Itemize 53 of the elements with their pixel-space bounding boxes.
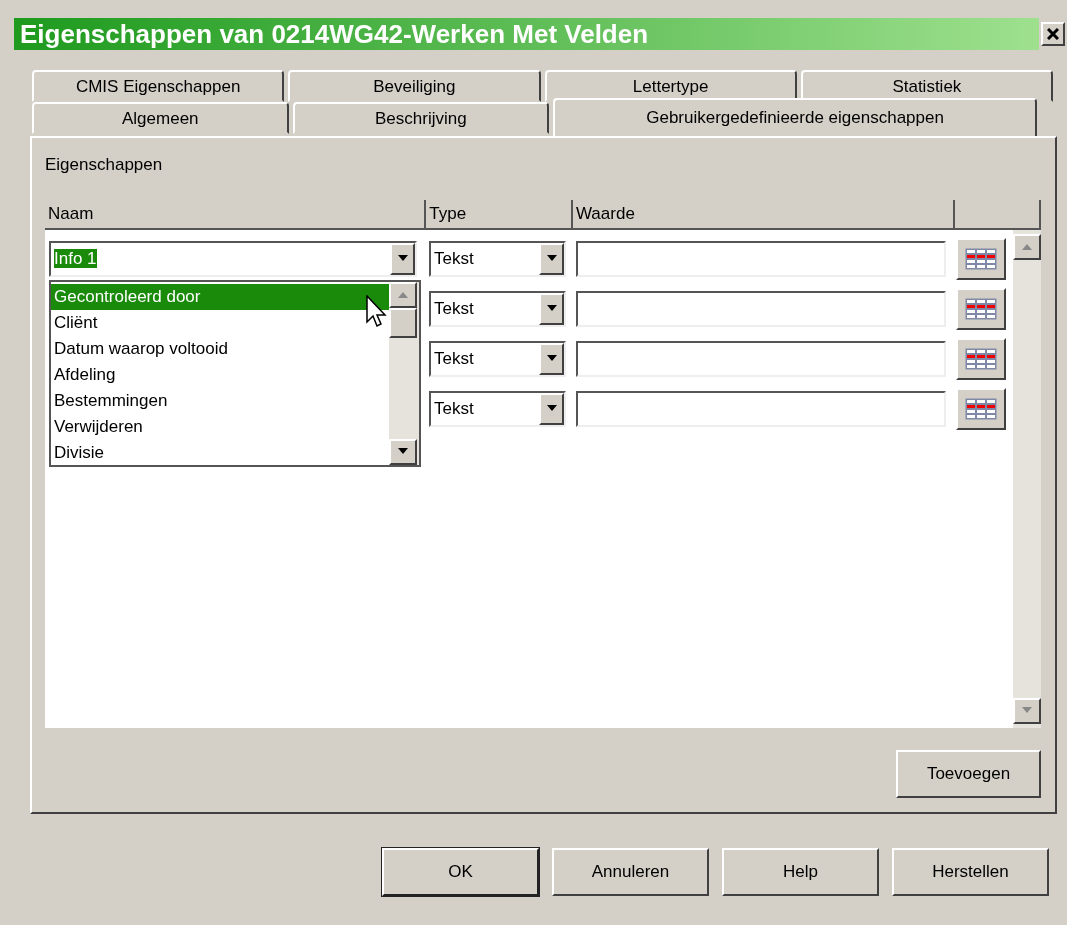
table-button[interactable] <box>956 337 1006 380</box>
down-arrow-icon <box>545 405 558 412</box>
add-button[interactable]: Toevoegen <box>896 749 1041 798</box>
type-combo[interactable]: Tekst <box>429 290 566 327</box>
tab[interactable]: CMIS Eigenschappen <box>32 70 285 102</box>
window-title: Eigenschappen van 0214WG42-Werken Met Velden <box>14 18 1039 50</box>
dropdown-item[interactable]: Datum waarop voltooid <box>51 335 389 362</box>
down-arrow-icon <box>545 305 558 312</box>
column-header: Naam <box>45 199 427 228</box>
value-field[interactable] <box>576 240 946 277</box>
dialog-button[interactable]: Herstellen <box>892 848 1049 896</box>
dialog-button[interactable]: OK <box>382 848 539 896</box>
tab[interactable]: Beschrijving <box>292 102 550 134</box>
dialog-button[interactable]: Annuleren <box>552 848 709 896</box>
table-button[interactable] <box>956 287 1006 330</box>
type-combo[interactable]: Tekst <box>429 340 566 377</box>
table-icon <box>965 397 997 420</box>
dropdown-item[interactable]: Afdeling <box>51 361 389 388</box>
dropdown-item[interactable]: Cliënt <box>51 309 389 336</box>
column-header: Type <box>426 199 573 228</box>
section-label: Eigenschappen <box>45 154 164 176</box>
close-button[interactable] <box>1041 22 1065 46</box>
table-icon <box>965 347 997 370</box>
dropdown-item[interactable]: Bestemmingen <box>51 387 389 414</box>
dropdown-item[interactable]: Divisie <box>51 439 389 466</box>
close-icon <box>1047 28 1059 40</box>
table-icon <box>965 297 997 320</box>
dialog-button[interactable]: Help <box>722 848 879 896</box>
type-combo[interactable]: Tekst <box>429 240 566 277</box>
up-arrow-icon <box>397 291 409 298</box>
tab[interactable]: Beveiliging <box>288 70 541 102</box>
scroll-thumb[interactable] <box>389 307 417 338</box>
column-header: Waarde <box>572 199 956 228</box>
scrollbar[interactable] <box>1013 229 1041 728</box>
value-field[interactable] <box>576 390 946 427</box>
down-arrow-icon <box>396 255 409 262</box>
up-arrow-icon <box>1021 243 1033 250</box>
tab[interactable]: Gebruikergedefinieerde eigenschappen <box>553 98 1037 136</box>
dropdown-item[interactable]: Gecontroleerd door <box>51 283 389 310</box>
type-combo[interactable]: Tekst <box>429 390 566 427</box>
table-button[interactable] <box>956 387 1006 430</box>
down-arrow-icon <box>397 448 409 455</box>
table-button[interactable] <box>956 237 1006 280</box>
value-field[interactable] <box>576 340 946 377</box>
value-field[interactable] <box>576 290 946 327</box>
table-icon <box>965 247 997 270</box>
down-arrow-icon <box>545 255 558 262</box>
dropdown-item[interactable]: Verwijderen <box>51 413 389 440</box>
scrollbar[interactable] <box>389 281 419 465</box>
down-arrow-icon <box>545 355 558 362</box>
down-arrow-icon <box>1021 707 1033 714</box>
name-combo[interactable]: Info 1 <box>49 240 417 277</box>
tab[interactable]: Algemeen <box>32 102 289 134</box>
